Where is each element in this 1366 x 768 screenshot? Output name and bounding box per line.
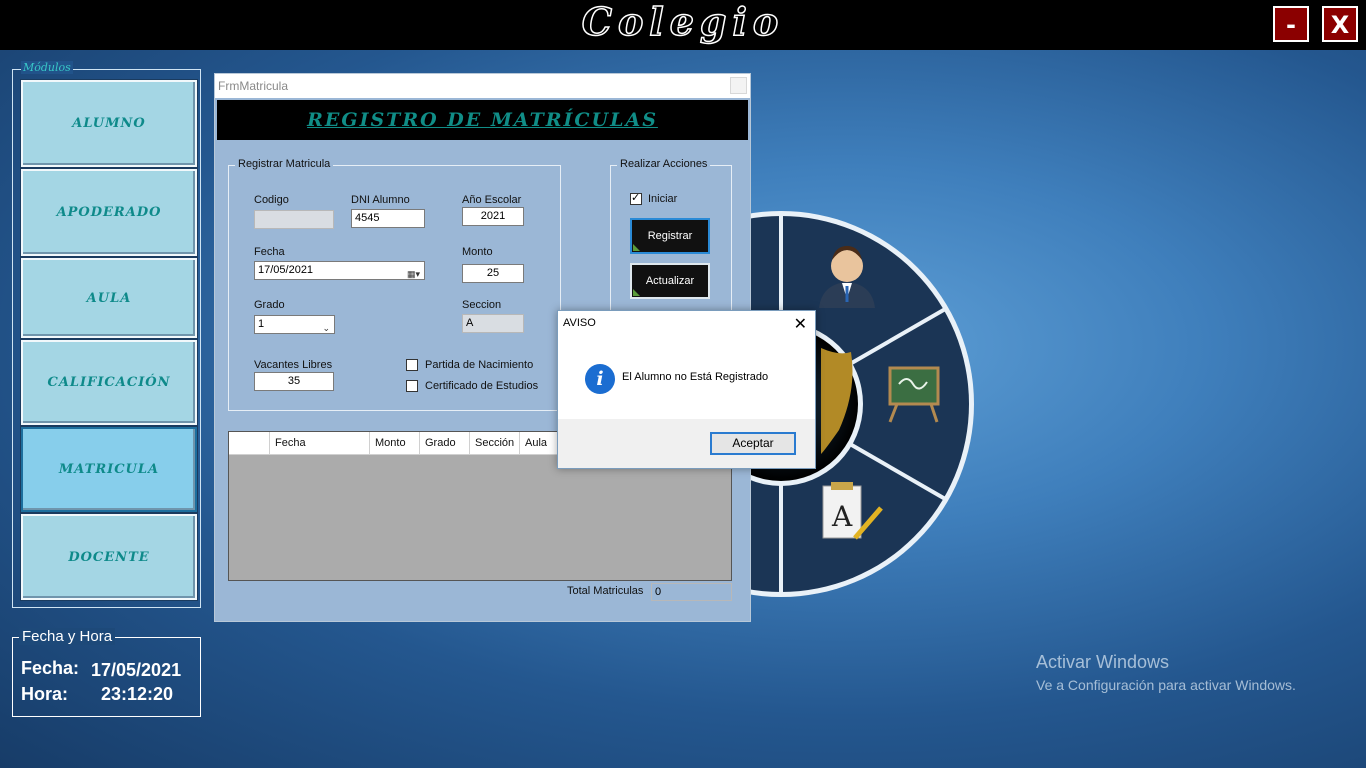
dni-label: DNI Alumno (351, 194, 410, 206)
app-title: Colegio (581, 0, 785, 44)
dni-field[interactable]: 4545 (351, 209, 425, 228)
seccion-label: Seccion (462, 299, 502, 311)
partida-label: Partida de Nacimiento (425, 359, 534, 371)
registrar-button[interactable]: Registrar (630, 218, 710, 254)
vacantes-label: Vacantes Libres (254, 359, 333, 371)
seccion-field[interactable]: A (462, 314, 524, 333)
grid-column-header[interactable]: Sección (470, 432, 520, 454)
form-header-title: REGISTRO DE MATRÍCULAS (307, 109, 658, 131)
button-corner-icon (633, 244, 640, 251)
activation-watermark-text: Ve a Configuración para activar Windows. (1036, 677, 1296, 693)
fecha-field-label: Fecha (254, 246, 285, 258)
aviso-dialog: AVISO ✕ i El Alumno no Está Registrado A… (557, 310, 816, 469)
vacantes-field[interactable]: 35 (254, 372, 334, 391)
certificado-checkbox[interactable] (406, 380, 418, 392)
monto-label: Monto (462, 246, 493, 258)
partida-checkbox[interactable] (406, 359, 418, 371)
module-docente-button[interactable]: DOCENTE (21, 514, 197, 600)
total-label: Total Matriculas (567, 585, 644, 597)
grado-select-value: 1 (258, 318, 265, 330)
modules-legend: Módulos (21, 61, 73, 74)
module-calificacion-button[interactable]: CALIFICACIÓN (21, 340, 197, 425)
fecha-label: Fecha: (21, 658, 80, 678)
dialog-close-icon[interactable]: ✕ (794, 314, 807, 333)
svg-text:A: A (831, 500, 853, 533)
module-aula-button[interactable]: AULA (21, 258, 197, 338)
anio-field[interactable]: 2021 (462, 207, 524, 226)
actualizar-button-label: Actualizar (645, 275, 695, 287)
chevron-down-icon: ⌄ (322, 323, 330, 333)
calendar-dropdown-icon[interactable]: ▦▾ (407, 266, 420, 283)
datetime-panel: Fecha y Hora Fecha: 17/05/2021 Hora: 23:… (12, 628, 201, 717)
fecha-value: 17/05/2021 (91, 660, 182, 680)
activation-watermark-title: Activar Windows (1036, 652, 1170, 672)
modules-panel: Módulos ALUMNO APODERADO AULA CALIFICACI… (12, 61, 201, 608)
grid-column-header[interactable]: Monto (370, 432, 420, 454)
total-field: 0 (651, 583, 732, 601)
button-corner-icon (633, 289, 640, 296)
hora-value: 23:12:20 (101, 684, 174, 704)
info-icon: i (585, 364, 615, 394)
top-bar: Colegio - X (0, 0, 1366, 50)
anio-label: Año Escolar (462, 194, 522, 206)
grado-select[interactable]: 1 ⌄ (254, 315, 335, 334)
module-alumno-button[interactable]: ALUMNO (21, 80, 197, 167)
form-header: REGISTRO DE MATRÍCULAS (217, 100, 748, 140)
aceptar-button[interactable]: Aceptar (710, 432, 796, 455)
grid-column-header[interactable]: Grado (420, 432, 470, 454)
certificado-label: Certificado de Estudios (425, 380, 539, 392)
dialog-message: El Alumno no Está Registrado (622, 371, 769, 383)
codigo-label: Codigo (254, 194, 289, 206)
fecha-datepicker[interactable]: 17/05/2021 ▦▾ (254, 261, 425, 280)
monto-field[interactable]: 25 (462, 264, 524, 283)
acciones-group-legend: Realizar Acciones (617, 158, 711, 170)
dialog-footer: Aceptar (558, 419, 815, 468)
module-apoderado-button[interactable]: APODERADO (21, 169, 197, 256)
dialog-title: AVISO (563, 317, 596, 329)
grid-column-header[interactable] (229, 432, 270, 454)
iniciar-label: Iniciar (648, 193, 678, 205)
form-window-title: FrmMatricula (218, 79, 289, 93)
registrar-group-legend: Registrar Matricula (235, 158, 334, 170)
registrar-button-label: Registrar (647, 230, 693, 242)
fecha-datepicker-value: 17/05/2021 (258, 264, 314, 276)
form-close-button[interactable] (730, 77, 747, 94)
codigo-field[interactable] (254, 210, 334, 229)
module-matricula-button[interactable]: MATRICULA (21, 427, 197, 512)
minimize-button[interactable]: - (1273, 6, 1309, 42)
close-button[interactable]: X (1322, 6, 1358, 42)
grid-column-header[interactable]: Fecha (270, 432, 370, 454)
actualizar-button[interactable]: Actualizar (630, 263, 710, 299)
form-titlebar: FrmMatricula (215, 74, 750, 98)
grado-label: Grado (254, 299, 285, 311)
datetime-legend: Fecha y Hora (19, 628, 116, 645)
hora-label: Hora: (21, 684, 69, 704)
iniciar-checkbox[interactable] (630, 191, 642, 205)
registrar-group: Registrar Matricula Codigo DNI Alumno 45… (228, 158, 561, 411)
